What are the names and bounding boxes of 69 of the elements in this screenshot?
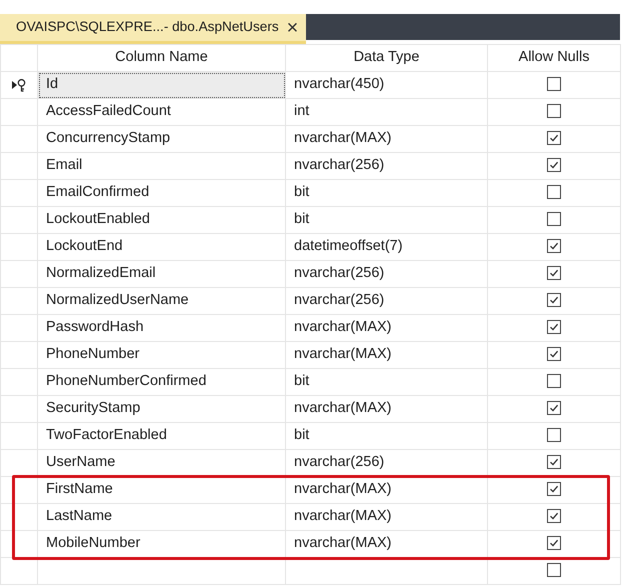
checkbox[interactable] [547, 536, 561, 550]
checkbox[interactable] [547, 131, 561, 146]
checkmark-icon [549, 133, 559, 144]
checkmark-icon [549, 538, 559, 548]
data-type-cell[interactable]: nvarchar(MAX) [286, 504, 488, 530]
column-name-cell[interactable]: FirstName [38, 476, 286, 504]
checkbox[interactable] [547, 266, 561, 280]
data-type-cell[interactable]: nvarchar(MAX) [286, 314, 488, 342]
tab-title: OVAISPC\SQLEXPRE...- dbo.AspNetUsers [16, 18, 279, 36]
checkbox[interactable] [547, 212, 561, 226]
checkmark-icon [549, 403, 559, 414]
column-name-cell[interactable]: LockoutEnd [38, 234, 286, 260]
column-header[interactable]: Column Name [38, 44, 286, 72]
column-name-cell[interactable]: Email [38, 152, 286, 180]
data-type-cell[interactable]: nvarchar(MAX) [286, 342, 488, 368]
checkbox[interactable] [547, 104, 561, 118]
checkbox[interactable] [547, 509, 561, 524]
checkbox[interactable] [547, 563, 561, 578]
checkbox[interactable] [547, 401, 561, 416]
data-type-cell[interactable]: nvarchar(256) [286, 288, 488, 314]
checkbox[interactable] [547, 158, 561, 172]
data-type-cell[interactable]: nvarchar(256) [286, 152, 488, 180]
checkmark-icon [549, 241, 559, 252]
checkbox[interactable] [547, 455, 561, 470]
column-header[interactable]: Data Type [286, 44, 488, 72]
checkmark-icon [549, 484, 559, 494]
checkbox[interactable] [547, 482, 561, 496]
checkmark-icon [549, 295, 559, 306]
data-type-cell[interactable]: nvarchar(256) [286, 260, 488, 288]
checkbox[interactable] [547, 428, 561, 442]
column-name-cell[interactable]: AccessFailedCount [38, 98, 286, 126]
column-name-cell[interactable]: PhoneNumberConfirmed [38, 368, 286, 396]
checkbox[interactable] [547, 347, 561, 362]
checkbox[interactable] [547, 293, 561, 308]
data-type-cell[interactable]: datetimeoffset(7) [286, 234, 488, 260]
checkmark-icon [549, 457, 559, 468]
close-button[interactable]: × [286, 18, 298, 38]
column-header[interactable]: Allow Nulls [488, 44, 620, 72]
data-type-cell[interactable]: bit [286, 422, 488, 450]
checkmark-icon [549, 349, 559, 360]
data-type-cell[interactable]: int [286, 98, 488, 126]
checkmark-icon [549, 160, 559, 170]
column-name-cell[interactable]: SecurityStamp [38, 396, 286, 422]
checkbox[interactable] [547, 77, 561, 92]
column-name-cell[interactable]: TwoFactorEnabled [38, 422, 286, 450]
column-name-cell[interactable]: PasswordHash [38, 314, 286, 342]
document-tab[interactable]: OVAISPC\SQLEXPRE...- dbo.AspNetUsers × [0, 14, 306, 44]
data-type-cell[interactable]: nvarchar(MAX) [286, 126, 488, 152]
column-name-cell[interactable]: PhoneNumber [38, 342, 286, 368]
checkbox[interactable] [547, 239, 561, 254]
data-type-cell[interactable]: bit [286, 180, 488, 206]
column-name-cell[interactable]: ConcurrencyStamp [38, 126, 286, 152]
data-type-cell[interactable]: nvarchar(450) [286, 72, 488, 98]
checkbox[interactable] [547, 374, 561, 388]
column-name-cell[interactable]: NormalizedEmail [38, 260, 286, 288]
checkbox[interactable] [547, 185, 561, 200]
data-type-cell[interactable]: bit [286, 368, 488, 396]
checkmark-icon [549, 511, 559, 522]
data-type-cell[interactable]: bit [286, 206, 488, 234]
column-name-cell[interactable]: LockoutEnabled [38, 206, 286, 234]
column-name-cell[interactable]: Id [38, 72, 286, 98]
checkmark-icon [549, 322, 559, 332]
data-type-cell[interactable]: nvarchar(MAX) [286, 396, 488, 422]
column-name-cell[interactable]: NormalizedUserName [38, 288, 286, 314]
checkmark-icon [549, 268, 559, 278]
column-name-cell[interactable]: EmailConfirmed [38, 180, 286, 206]
data-type-cell[interactable]: nvarchar(MAX) [286, 476, 488, 504]
checkbox[interactable] [547, 320, 561, 334]
column-name-cell[interactable]: LastName [38, 504, 286, 530]
